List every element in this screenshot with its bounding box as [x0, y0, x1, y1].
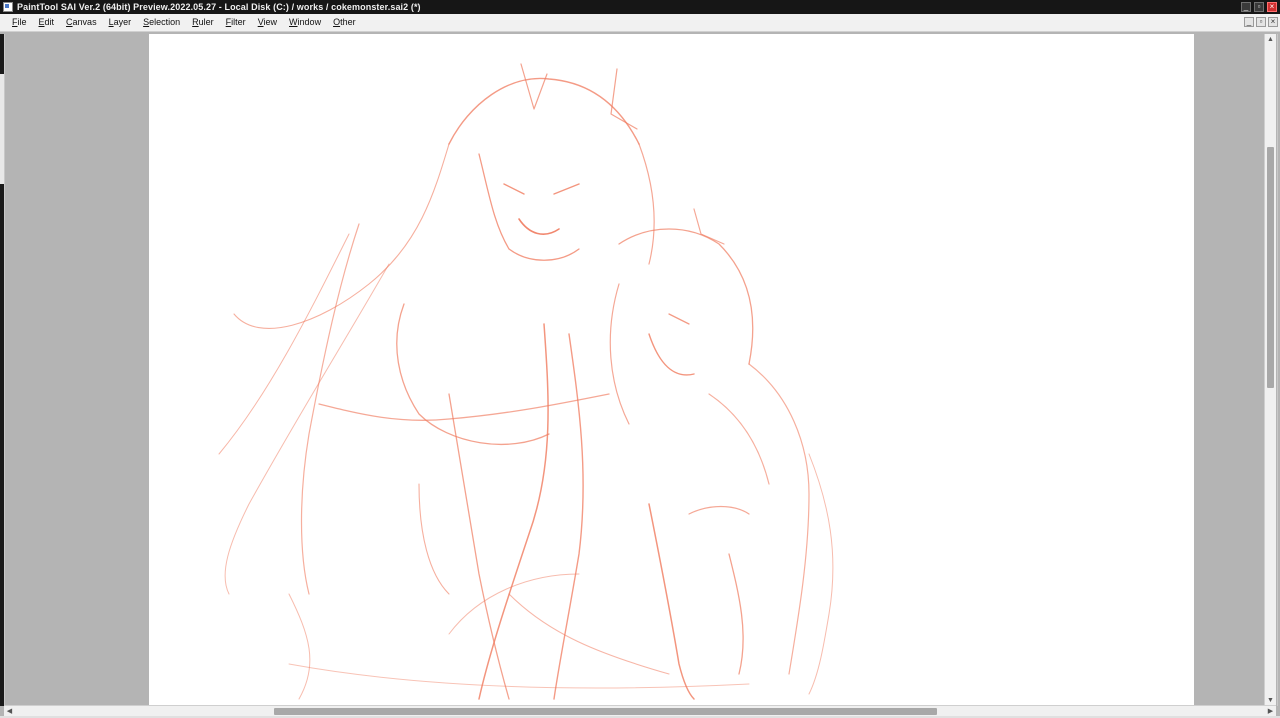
sketch-stroke	[518, 218, 560, 235]
document-close-button[interactable]: ×	[1268, 17, 1278, 27]
sketch-stroke	[224, 263, 390, 595]
sketch-stroke	[638, 143, 655, 265]
vertical-scroll-thumb[interactable]	[1267, 147, 1274, 388]
menu-ruler[interactable]: Ruler	[186, 14, 220, 31]
menu-other[interactable]: Other	[327, 14, 362, 31]
horizontal-scroll-thumb[interactable]	[274, 708, 937, 715]
window-title: PaintTool SAI Ver.2 (64bit) Preview.2022…	[17, 2, 421, 12]
sketch-stroke	[396, 303, 550, 445]
sketch-stroke	[218, 233, 350, 455]
sketch-stroke	[503, 183, 580, 195]
sketch-stroke	[708, 393, 770, 485]
menu-view[interactable]: View	[252, 14, 283, 31]
sketch-stroke	[448, 393, 510, 700]
window-restore-button[interactable]: ▫	[1254, 2, 1264, 12]
menu-edit[interactable]: Edit	[33, 14, 61, 31]
canvas-workspace[interactable]	[4, 34, 1278, 706]
menu-file[interactable]: File	[0, 14, 33, 31]
sketch-stroke	[520, 63, 548, 110]
sketch-stroke	[609, 283, 630, 425]
sketch-stroke	[808, 453, 834, 695]
app-icon[interactable]	[3, 2, 13, 12]
vertical-scrollbar[interactable]: ▲ ▼	[1264, 34, 1276, 706]
sketch-stroke	[233, 143, 450, 329]
sketch-stroke	[668, 313, 690, 325]
sketch-stroke	[728, 553, 744, 675]
sketch-stroke	[418, 483, 450, 595]
menu-selection[interactable]: Selection	[137, 14, 186, 31]
sketch-stroke	[748, 363, 810, 675]
sketch-stroke	[478, 153, 580, 261]
title-bar: PaintTool SAI Ver.2 (64bit) Preview.2022…	[0, 0, 1280, 14]
window-minimize-button[interactable]: _	[1241, 2, 1251, 12]
sketch-stroke	[448, 77, 640, 145]
sketch-stroke	[688, 505, 750, 515]
sketch-stroke	[300, 223, 360, 595]
window-close-button[interactable]: ×	[1267, 2, 1277, 12]
drawing-canvas[interactable]	[149, 34, 1194, 706]
menu-layer[interactable]: Layer	[103, 14, 138, 31]
sketch-stroke	[318, 393, 610, 421]
sketch-stroke	[508, 593, 670, 675]
sketch-stroke	[618, 228, 754, 365]
sketch-stroke	[288, 593, 311, 700]
sketch-stroke	[478, 323, 549, 700]
document-minimize-button[interactable]: _	[1244, 17, 1254, 27]
sketch-drawing	[218, 63, 834, 700]
sketch-stroke	[448, 573, 580, 635]
menu-canvas[interactable]: Canvas	[60, 14, 103, 31]
menu-filter[interactable]: Filter	[220, 14, 252, 31]
window-controls: _ ▫ ×	[1241, 2, 1277, 12]
sketch-stroke	[553, 333, 584, 700]
document-restore-button[interactable]: ▫	[1256, 17, 1266, 27]
sketch-stroke	[648, 333, 695, 376]
document-controls: _ ▫ ×	[1244, 17, 1278, 27]
menu-bar: File Edit Canvas Layer Selection Ruler F…	[0, 14, 1280, 32]
menu-window[interactable]: Window	[283, 14, 327, 31]
scroll-up-arrow-icon[interactable]: ▲	[1265, 34, 1276, 45]
